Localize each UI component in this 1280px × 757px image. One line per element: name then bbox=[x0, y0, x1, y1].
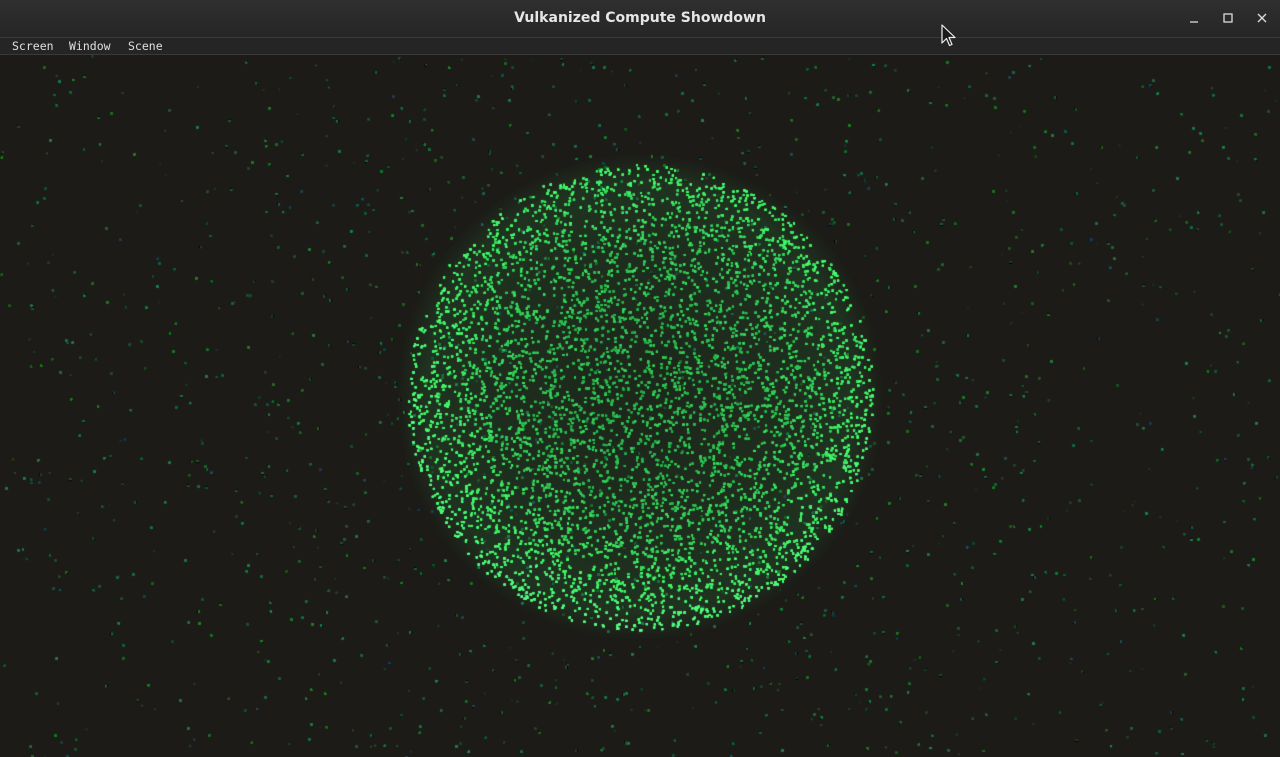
window-title: Vulkanized Compute Showdown bbox=[514, 10, 766, 26]
maximize-button[interactable] bbox=[1216, 6, 1240, 30]
menu-item-window[interactable]: Window bbox=[63, 38, 117, 55]
minimize-icon bbox=[1190, 21, 1198, 23]
maximize-icon bbox=[1223, 13, 1233, 23]
particle-canvas[interactable] bbox=[0, 55, 1280, 757]
menu-bar: Screen Window Scene bbox=[0, 37, 1280, 55]
close-button[interactable] bbox=[1250, 6, 1274, 30]
application-window: Vulkanized Compute Showdown Screen Windo… bbox=[0, 0, 1280, 757]
render-viewport[interactable] bbox=[0, 55, 1280, 757]
menu-item-scene[interactable]: Scene bbox=[122, 38, 169, 55]
title-bar[interactable]: Vulkanized Compute Showdown bbox=[0, 0, 1280, 38]
close-icon bbox=[1257, 13, 1267, 23]
minimize-button[interactable] bbox=[1182, 6, 1206, 30]
menu-item-screen[interactable]: Screen bbox=[6, 38, 60, 55]
